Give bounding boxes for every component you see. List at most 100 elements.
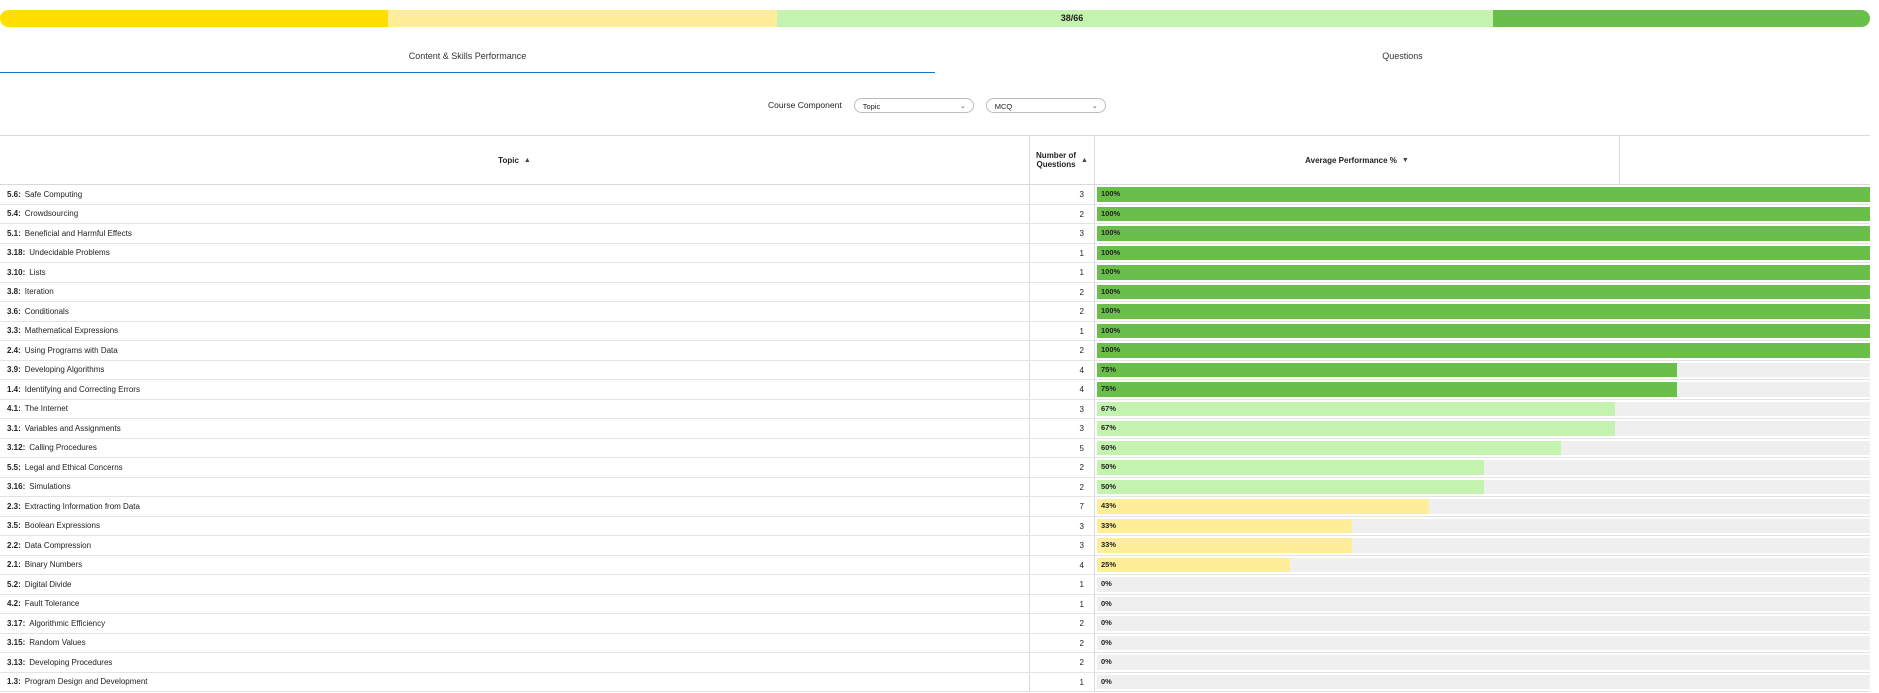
table-row[interactable]: 5.1: Beneficial and Harmful Effects 3 100% xyxy=(0,224,1870,244)
topic-name: Beneficial and Harmful Effects xyxy=(24,228,132,238)
table-row[interactable]: 4.1: The Internet 3 67% xyxy=(0,399,1870,419)
performance-bar-fill xyxy=(1097,460,1484,475)
topic-select[interactable]: Topic ⌄ xyxy=(853,97,974,113)
performance-percent: 100% xyxy=(1101,286,1121,296)
topic-name: Iteration xyxy=(24,287,54,297)
performance-bar-fill xyxy=(1097,440,1561,455)
topic-name: Digital Divide xyxy=(24,579,72,589)
table-row[interactable]: 3.15: Random Values 2 0% xyxy=(0,633,1870,653)
topic-name: Identifying and Correcting Errors xyxy=(24,384,140,394)
question-count-cell: 2 xyxy=(1030,282,1095,301)
performance-bar-track: 0% xyxy=(1097,635,1870,650)
table-row[interactable]: 3.13: Developing Procedures 2 0% xyxy=(0,653,1870,673)
performance-bar-track: 0% xyxy=(1097,655,1870,670)
topic-name: Using Programs with Data xyxy=(24,345,118,355)
filter-row: Course Component Topic ⌄ MCQ ⌄ xyxy=(768,96,1106,114)
table-row[interactable]: 3.12: Calling Procedures 5 60% xyxy=(0,438,1870,458)
table-row[interactable]: 3.17: Algorithmic Efficiency 2 0% xyxy=(0,614,1870,634)
performance-bar-fill xyxy=(1097,284,1870,299)
table-row[interactable]: 3.1: Variables and Assignments 3 67% xyxy=(0,419,1870,439)
performance-bar-track: 0% xyxy=(1097,577,1870,592)
table-row[interactable]: 2.4: Using Programs with Data 2 100% xyxy=(0,341,1870,361)
topic-code: 3.17: xyxy=(7,618,26,628)
question-count-cell: 3 xyxy=(1030,185,1095,204)
topic-code: 2.4: xyxy=(7,345,21,355)
performance-percent: 100% xyxy=(1101,325,1121,335)
num-questions-column-header[interactable]: Number of Questions ▲︎ xyxy=(1030,136,1095,184)
performance-bar-fill xyxy=(1097,518,1353,533)
performance-percent: 100% xyxy=(1101,306,1121,315)
performance-percent: 25% xyxy=(1101,559,1117,569)
table-row[interactable]: 3.9: Developing Algorithms 4 75% xyxy=(0,360,1870,380)
performance-percent: 100% xyxy=(1101,345,1121,354)
performance-cell: 0% xyxy=(1095,575,1870,594)
avg-performance-column-header[interactable]: Average Performance % ▼ xyxy=(1095,136,1620,184)
performance-cell: 75% xyxy=(1095,361,1870,380)
performance-bar-track: 60% xyxy=(1097,440,1870,455)
topic-cell: 5.6: Safe Computing xyxy=(0,185,1030,204)
tab-questions[interactable]: Questions xyxy=(935,44,1870,72)
topic-cell: 3.8: Iteration xyxy=(0,282,1030,301)
topic-cell: 2.3: Extracting Information from Data xyxy=(0,497,1030,516)
question-count-cell: 4 xyxy=(1030,380,1095,399)
topic-name: Algorithmic Efficiency xyxy=(29,618,106,628)
performance-cell: 75% xyxy=(1095,380,1870,399)
summary-segment-0 xyxy=(0,10,388,27)
topic-cell: 3.17: Algorithmic Efficiency xyxy=(0,614,1030,633)
performance-bar-fill xyxy=(1097,245,1870,260)
performance-percent: 50% xyxy=(1101,481,1117,491)
performance-percent: 50% xyxy=(1101,462,1117,471)
table-row[interactable]: 5.6: Safe Computing 3 100% xyxy=(0,185,1870,205)
table-row[interactable]: 3.6: Conditionals 2 100% xyxy=(0,302,1870,322)
table-row[interactable]: 3.5: Boolean Expressions 3 33% xyxy=(0,516,1870,536)
table-row[interactable]: 1.4: Identifying and Correcting Errors 4 75… xyxy=(0,380,1870,400)
performance-bar-track: 0% xyxy=(1097,596,1870,611)
performance-bar-track: 0% xyxy=(1097,674,1870,689)
performance-percent: 0% xyxy=(1101,676,1112,686)
table-row[interactable]: 3.16: Simulations 2 50% xyxy=(0,477,1870,497)
question-count-cell: 2 xyxy=(1030,633,1095,652)
performance-percent: 75% xyxy=(1101,384,1117,393)
table-row[interactable]: 2.1: Binary Numbers 4 25% xyxy=(0,555,1870,575)
performance-percent: 75% xyxy=(1101,364,1117,374)
performance-bar-track: 50% xyxy=(1097,460,1870,475)
topic-cell: 1.4: Identifying and Correcting Errors xyxy=(0,380,1030,399)
performance-bar-track: 100% xyxy=(1097,245,1870,260)
performance-cell: 100% xyxy=(1095,263,1870,282)
table-row[interactable]: 1.3: Program Design and Development 1 0% xyxy=(0,672,1870,692)
table-row[interactable]: 3.10: Lists 1 100% xyxy=(0,263,1870,283)
topic-cell: 3.18: Undecidable Problems xyxy=(0,243,1030,262)
performance-bar-track: 100% xyxy=(1097,343,1870,358)
table-row[interactable]: 2.3: Extracting Information from Data 7 43% xyxy=(0,497,1870,517)
performance-percent: 0% xyxy=(1101,598,1112,608)
table-body: 5.6: Safe Computing 3 100% 5.4: Crowdsourcing… xyxy=(0,185,1870,692)
tab-content-skills-performance[interactable]: Content & Skills Performance xyxy=(0,44,935,73)
table-row[interactable]: 3.8: Iteration 2 100% xyxy=(0,282,1870,302)
table-row[interactable]: 5.5: Legal and Ethical Concerns 2 50% xyxy=(0,458,1870,478)
question-type-select[interactable]: MCQ ⌄ xyxy=(985,97,1106,113)
topic-name: Extracting Information from Data xyxy=(24,501,140,511)
performance-cell: 0% xyxy=(1095,614,1870,633)
performance-cell: 33% xyxy=(1095,536,1870,555)
performance-bar-fill xyxy=(1097,499,1430,514)
topic-cell: 2.4: Using Programs with Data xyxy=(0,341,1030,360)
table-row[interactable]: 3.18: Undecidable Problems 1 100% xyxy=(0,243,1870,263)
table-row[interactable]: 5.4: Crowdsourcing 2 100% xyxy=(0,204,1870,224)
topic-column-header[interactable]: Topic ▲︎ xyxy=(0,136,1030,184)
topic-code: 3.16: xyxy=(7,482,26,492)
table-row[interactable]: 4.2: Fault Tolerance 1 0% xyxy=(0,594,1870,614)
question-count-cell: 4 xyxy=(1030,360,1095,379)
performance-bar-fill xyxy=(1097,538,1353,553)
topic-name: Developing Procedures xyxy=(29,657,113,667)
table-row[interactable]: 3.3: Mathematical Expressions 1 100% xyxy=(0,321,1870,341)
performance-percent: 0% xyxy=(1101,657,1112,666)
topic-code: 5.1: xyxy=(7,228,21,238)
performance-percent: 0% xyxy=(1101,618,1112,627)
table-row[interactable]: 5.2: Digital Divide 1 0% xyxy=(0,575,1870,595)
topic-name: Developing Algorithms xyxy=(24,365,105,375)
table-row[interactable]: 2.2: Data Compression 3 33% xyxy=(0,536,1870,556)
performance-bar-track: 100% xyxy=(1097,226,1870,241)
topic-cell: 3.15: Random Values xyxy=(0,633,1030,652)
sort-icon: ▲︎ xyxy=(523,156,531,164)
empty-column-header xyxy=(1620,136,1870,184)
